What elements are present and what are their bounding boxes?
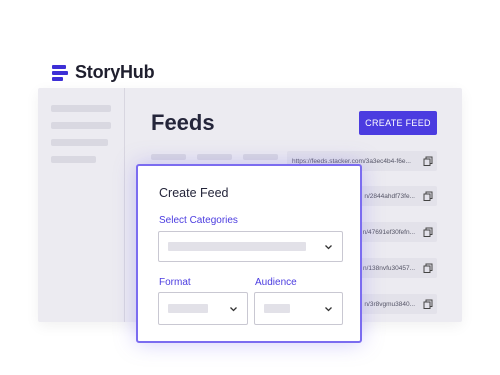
chevron-down-icon [325,244,332,249]
sidebar [38,88,125,322]
page-title: Feeds [151,110,215,135]
audience-select[interactable] [254,292,343,325]
brand-logo: StoryHub [52,62,155,83]
feed-url[interactable]: n/2844ahdf73fe... [364,193,415,200]
column-header-placeholder [151,154,186,160]
copy-icon[interactable] [423,227,433,237]
categories-select[interactable] [158,231,343,262]
copy-icon[interactable] [423,156,433,166]
audience-label: Audience [255,277,297,288]
chevron-down-icon [325,306,332,311]
feed-url[interactable]: n/138nvfu30457... [363,265,415,272]
modal-title: Create Feed [159,186,229,200]
copy-icon[interactable] [423,263,433,273]
storyhub-logo-icon [52,64,68,81]
sidebar-item-placeholder[interactable] [51,139,108,146]
copy-icon[interactable] [423,191,433,201]
sidebar-item-placeholder[interactable] [51,122,111,129]
feed-url[interactable]: n/3r8vgmu3840... [364,301,415,308]
select-placeholder [168,303,208,313]
create-feed-button[interactable]: CREATE FEED [359,111,437,135]
create-feed-modal: Create Feed Select Categories Format Aud… [136,164,362,343]
format-select[interactable] [158,292,248,325]
sidebar-item-placeholder[interactable] [51,156,96,163]
column-header-placeholder [197,154,232,160]
select-placeholder [168,241,306,251]
select-placeholder [264,303,290,313]
chevron-down-icon [230,306,237,311]
copy-icon[interactable] [423,299,433,309]
brand-name: StoryHub [75,62,155,82]
format-label: Format [159,277,191,288]
column-header-placeholder [243,154,278,160]
feed-url[interactable]: n/47691ef30fefn... [363,229,415,236]
categories-label: Select Categories [159,215,238,226]
sidebar-item-placeholder[interactable] [51,105,111,112]
